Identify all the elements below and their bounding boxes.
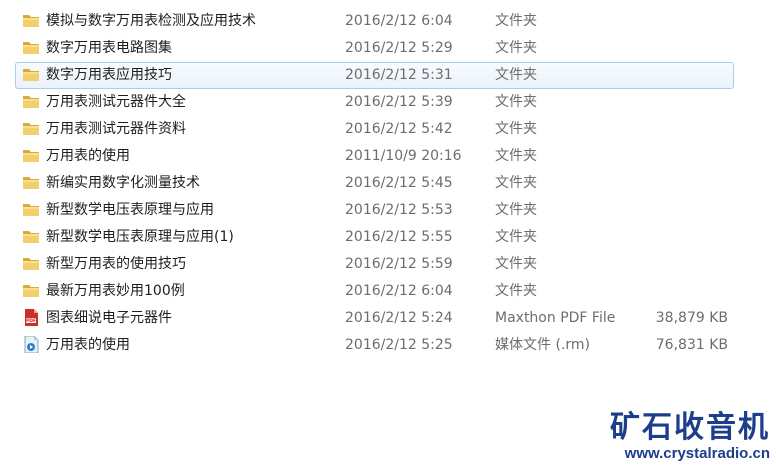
file-row[interactable]: 新型数学电压表原理与应用(1) 2016/2/12 5:55 文件夹: [0, 224, 776, 251]
file-name: 新编实用数字化测量技术: [46, 175, 200, 191]
file-type: 文件夹: [495, 13, 537, 29]
pdf-file-icon: PDF: [22, 309, 40, 326]
folder-icon: [22, 12, 40, 29]
file-date: 2016/2/12 5:24: [345, 310, 453, 326]
file-name: 新型数学电压表原理与应用: [46, 202, 214, 218]
folder-icon: [22, 39, 40, 56]
media-file-icon: [22, 335, 40, 354]
file-row[interactable]: 新型数学电压表原理与应用 2016/2/12 5:53 文件夹: [0, 197, 776, 224]
file-name: 最新万用表妙用100例: [46, 283, 185, 299]
file-row[interactable]: 万用表测试元器件资料 2016/2/12 5:42 文件夹: [0, 116, 776, 143]
file-type: 文件夹: [495, 67, 537, 83]
file-name: 万用表测试元器件大全: [46, 94, 186, 110]
file-size: 76,831 KB: [655, 337, 728, 353]
file-type: Maxthon PDF File: [495, 310, 616, 326]
file-row[interactable]: 新编实用数字化测量技术 2016/2/12 5:45 文件夹: [0, 170, 776, 197]
file-type: 文件夹: [495, 175, 537, 191]
file-type: 文件夹: [495, 202, 537, 218]
file-name: 万用表测试元器件资料: [46, 121, 186, 137]
svg-text:PDF: PDF: [26, 318, 36, 324]
file-type: 文件夹: [495, 94, 537, 110]
file-type: 文件夹: [495, 121, 537, 137]
file-type: 文件夹: [495, 40, 537, 56]
folder-icon: [22, 228, 40, 245]
file-row[interactable]: 万用表测试元器件大全 2016/2/12 5:39 文件夹: [0, 89, 776, 116]
file-name: 数字万用表应用技巧: [46, 67, 172, 83]
file-size: 38,879 KB: [655, 310, 728, 326]
file-date: 2016/2/12 5:59: [345, 256, 453, 272]
folder-icon: [22, 255, 40, 272]
file-name: 万用表的使用: [46, 337, 130, 353]
file-date: 2016/2/12 5:31: [345, 67, 453, 83]
file-name: 模拟与数字万用表检测及应用技术: [46, 13, 256, 29]
file-name: 数字万用表电路图集: [46, 40, 172, 56]
file-type: 文件夹: [495, 229, 537, 245]
file-row[interactable]: 万用表的使用 2011/10/9 20:16 文件夹: [0, 143, 776, 170]
file-date: 2016/2/12 5:39: [345, 94, 453, 110]
file-date: 2016/2/12 5:55: [345, 229, 453, 245]
file-row[interactable]: PDF 图表细说电子元器件 2016/2/12 5:24 Maxthon PDF Fi…: [0, 305, 776, 332]
file-date: 2016/2/12 6:04: [345, 13, 453, 29]
folder-icon: [22, 120, 40, 137]
file-name: 新型数学电压表原理与应用(1): [46, 229, 234, 245]
file-type: 媒体文件 (.rm): [495, 337, 590, 353]
file-date: 2011/10/9 20:16: [345, 148, 462, 164]
file-date: 2016/2/12 5:53: [345, 202, 453, 218]
file-date: 2016/2/12 5:29: [345, 40, 453, 56]
file-row[interactable]: 万用表的使用 2016/2/12 5:25 媒体文件 (.rm) 76,831 KB: [0, 332, 776, 359]
file-name: 新型万用表的使用技巧: [46, 256, 186, 272]
file-row[interactable]: 模拟与数字万用表检测及应用技术 2016/2/12 6:04 文件夹: [0, 8, 776, 35]
watermark-title: 矿石收音机: [610, 410, 770, 445]
folder-icon: [22, 66, 40, 83]
folder-icon: [22, 282, 40, 299]
file-date: 2016/2/12 6:04: [345, 283, 453, 299]
file-type: 文件夹: [495, 283, 537, 299]
file-type: 文件夹: [495, 256, 537, 272]
file-date: 2016/2/12 5:25: [345, 337, 453, 353]
folder-icon: [22, 93, 40, 110]
file-row[interactable]: 新型万用表的使用技巧 2016/2/12 5:59 文件夹: [0, 251, 776, 278]
file-date: 2016/2/12 5:45: [345, 175, 453, 191]
file-type: 文件夹: [495, 148, 537, 164]
watermark: 矿石收音机 www.crystalradio.cn: [610, 411, 770, 463]
file-list: 模拟与数字万用表检测及应用技术 2016/2/12 6:04 文件夹 数字万用表电路图…: [0, 8, 776, 359]
folder-icon: [22, 201, 40, 218]
file-row[interactable]: 数字万用表应用技巧 2016/2/12 5:31 文件夹: [0, 62, 776, 89]
watermark-url: www.crystalradio.cn: [624, 445, 770, 462]
file-row[interactable]: 最新万用表妙用100例 2016/2/12 6:04 文件夹: [0, 278, 776, 305]
file-date: 2016/2/12 5:42: [345, 121, 453, 137]
file-row[interactable]: 数字万用表电路图集 2016/2/12 5:29 文件夹: [0, 35, 776, 62]
file-name: 万用表的使用: [46, 148, 130, 164]
folder-icon: [22, 174, 40, 191]
file-name: 图表细说电子元器件: [46, 310, 172, 326]
folder-icon: [22, 147, 40, 164]
